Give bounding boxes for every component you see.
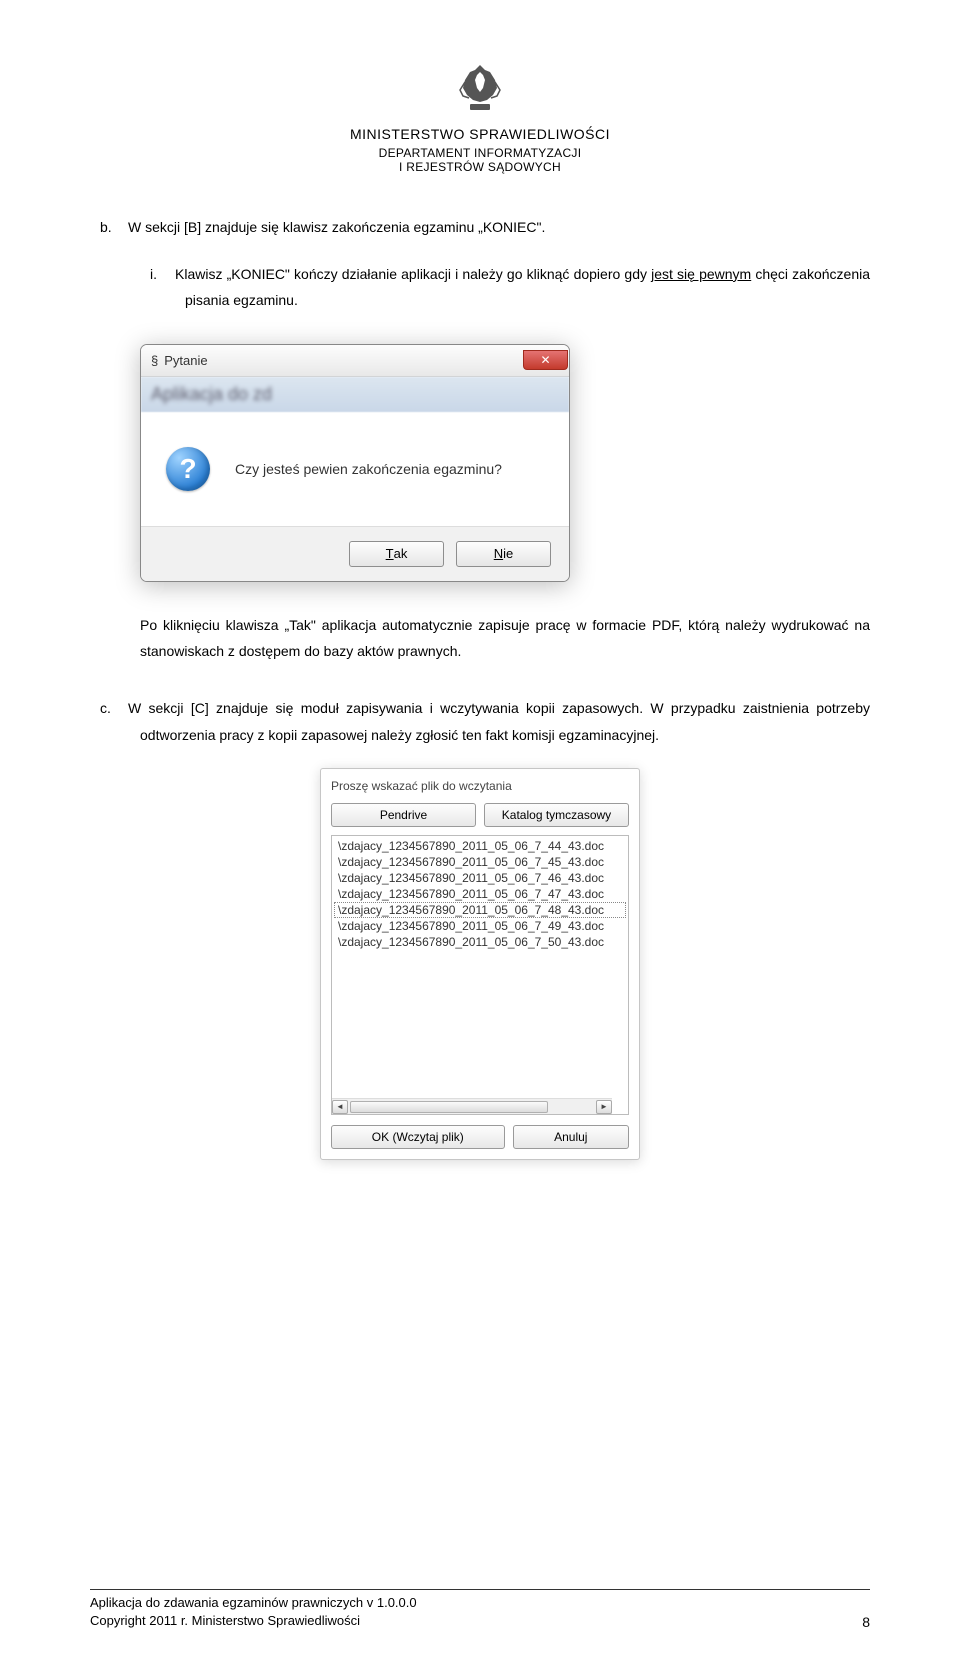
file-row[interactable]: \zdajacy_1234567890_2011_05_06_7_45_43.d… bbox=[332, 854, 628, 870]
footer-app-name: Aplikacja do zdawania egzaminów prawnicz… bbox=[90, 1594, 417, 1612]
list-item-b: b.W sekcji [B] znajduje się klawisz zako… bbox=[90, 214, 870, 241]
cancel-button[interactable]: Anuluj bbox=[513, 1125, 629, 1149]
file-row[interactable]: \zdajacy_1234567890_2011_05_06_7_49_43.d… bbox=[332, 918, 628, 934]
text-b-i-prefix: Klawisz „KONIEC" kończy działanie aplika… bbox=[175, 266, 651, 282]
confirm-dialog: § Pytanie ✕ Aplikacja do zd ? Czy jesteś… bbox=[140, 344, 570, 582]
text-c-line1: W sekcji [C] znajduje się moduł zapisywa… bbox=[128, 700, 643, 716]
text-b-i-underlined: jest się pewnym bbox=[651, 266, 751, 282]
department-line-2: I REJESTRÓW SĄDOWYCH bbox=[90, 160, 870, 174]
no-button[interactable]: Nie bbox=[456, 541, 551, 567]
scroll-left-arrow-icon[interactable]: ◄ bbox=[332, 1100, 348, 1114]
dialog-title-symbol: § bbox=[151, 353, 158, 368]
after-dialog-paragraph: Po kliknięciu klawisza „Tak" aplikacja a… bbox=[90, 612, 870, 665]
file-list[interactable]: \zdajacy_1234567890_2011_05_06_7_44_43.d… bbox=[331, 835, 629, 1115]
scroll-right-arrow-icon[interactable]: ► bbox=[596, 1100, 612, 1114]
department-line-1: DEPARTAMENT INFORMATYZACJI bbox=[90, 146, 870, 160]
page-footer: Aplikacja do zdawania egzaminów prawnicz… bbox=[90, 1589, 870, 1630]
marker-b: b. bbox=[100, 214, 128, 241]
backdrop-text: Aplikacja do zd bbox=[151, 384, 272, 405]
file-row[interactable]: \zdajacy_1234567890_2011_05_06_7_48_43.d… bbox=[334, 902, 626, 918]
file-dialog-title: Proszę wskazać plik do wczytania bbox=[331, 779, 629, 793]
text-b: W sekcji [B] znajduje się klawisz zakońc… bbox=[128, 219, 545, 235]
footer-copyright: Copyright 2011 r. Ministerstwo Sprawiedl… bbox=[90, 1612, 417, 1630]
list-item-b-i: i.Klawisz „KONIEC" kończy działanie apli… bbox=[90, 261, 870, 314]
eagle-emblem-icon bbox=[455, 60, 505, 118]
page-number: 8 bbox=[862, 1614, 870, 1630]
file-row[interactable]: \zdajacy_1234567890_2011_05_06_7_47_43.d… bbox=[332, 886, 628, 902]
file-row[interactable]: \zdajacy_1234567890_2011_05_06_7_46_43.d… bbox=[332, 870, 628, 886]
yes-button[interactable]: Tak bbox=[349, 541, 444, 567]
horizontal-scrollbar[interactable]: ◄ ► bbox=[332, 1098, 612, 1114]
dialog-titlebar: § Pytanie ✕ bbox=[141, 345, 569, 377]
file-row[interactable]: \zdajacy_1234567890_2011_05_06_7_50_43.d… bbox=[332, 934, 628, 950]
marker-c: c. bbox=[100, 695, 128, 722]
marker-b-i: i. bbox=[150, 261, 175, 288]
question-icon: ? bbox=[166, 447, 210, 491]
dialog-title: Pytanie bbox=[164, 353, 207, 368]
dialog-backdrop: Aplikacja do zd bbox=[141, 377, 569, 412]
file-row[interactable]: \zdajacy_1234567890_2011_05_06_7_44_43.d… bbox=[332, 838, 628, 854]
page-header: MINISTERSTWO SPRAWIEDLIWOŚCI DEPARTAMENT… bbox=[90, 60, 870, 174]
ok-load-file-button[interactable]: OK (Wczytaj plik) bbox=[331, 1125, 505, 1149]
pendrive-button[interactable]: Pendrive bbox=[331, 803, 476, 827]
temp-folder-button[interactable]: Katalog tymczasowy bbox=[484, 803, 629, 827]
file-select-dialog: Proszę wskazać plik do wczytania Pendriv… bbox=[320, 768, 640, 1160]
ministry-title: MINISTERSTWO SPRAWIEDLIWOŚCI bbox=[90, 126, 870, 142]
list-item-c: c.W sekcji [C] znajduje się moduł zapisy… bbox=[90, 695, 870, 748]
close-icon: ✕ bbox=[540, 353, 550, 367]
scroll-thumb[interactable] bbox=[350, 1101, 548, 1113]
close-button[interactable]: ✕ bbox=[523, 350, 568, 370]
dialog-question-text: Czy jesteś pewien zakończenia egazminu? bbox=[235, 461, 502, 477]
